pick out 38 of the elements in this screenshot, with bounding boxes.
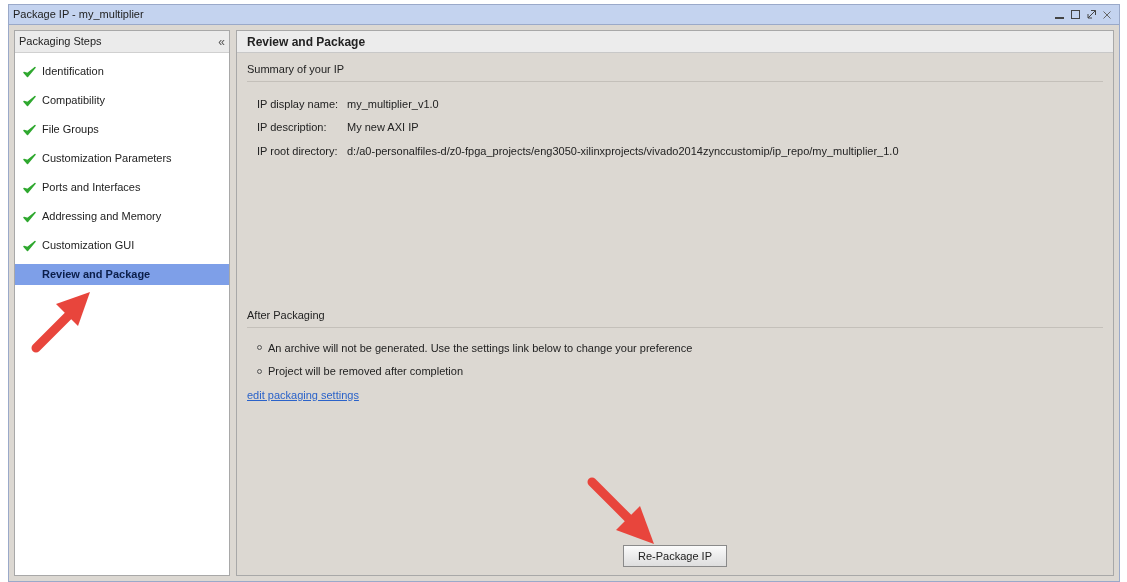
repackage-button[interactable]: Re-Package IP xyxy=(623,545,727,567)
step-item[interactable]: Compatibility xyxy=(15,90,229,111)
restore-icon[interactable] xyxy=(1087,10,1096,19)
step-item[interactable]: Review and Package xyxy=(15,264,229,285)
bullet-text: An archive will not be generated. Use the settings link below to change your preference xyxy=(268,340,693,356)
step-item[interactable]: Customization GUI xyxy=(15,235,229,256)
step-item[interactable]: Customization Parameters xyxy=(15,148,229,169)
bullet-icon xyxy=(257,345,262,351)
step-item[interactable]: File Groups xyxy=(15,119,229,140)
field-label: IP description: xyxy=(257,120,328,135)
field-value: d:/a0-personalfiles-d/z0-fpga_projects/eng3050-xilinxprojects/vivado2014zynccustomip/ip_repo/my_multiplier_1.0 xyxy=(347,143,899,159)
field-value: my_multiplier_v1.0 xyxy=(347,96,439,112)
window-title: Package IP - my_multiplier xyxy=(13,7,144,23)
maximize-icon[interactable] xyxy=(1071,10,1080,19)
panel-title: Packaging Steps xyxy=(19,34,102,50)
step-item[interactable]: Identification xyxy=(15,61,229,82)
collapse-button[interactable]: « xyxy=(218,35,225,48)
checkmark-icon xyxy=(23,94,36,107)
annotation-arrow xyxy=(31,292,90,353)
checkmark-icon xyxy=(23,239,36,252)
annotation-arrow xyxy=(587,477,654,544)
checkmark-icon xyxy=(23,123,36,136)
settings-link[interactable]: edit packaging settings xyxy=(247,388,359,401)
step-item[interactable]: Ports and Interfaces xyxy=(15,177,229,198)
checkmark-icon xyxy=(23,65,36,78)
bullet-icon xyxy=(257,368,262,374)
close-icon[interactable] xyxy=(1103,10,1111,19)
section-heading: Summary of your IP xyxy=(247,63,345,75)
section-heading: After Packaging xyxy=(247,309,325,321)
checkmark-icon xyxy=(23,181,36,194)
checkmark-icon xyxy=(23,152,36,165)
bullet-text: Project will be removed after completion xyxy=(268,364,464,379)
page-title: Review and Package xyxy=(247,33,366,51)
step-item[interactable]: Addressing and Memory xyxy=(15,206,229,227)
field-value: My new AXI IP xyxy=(347,120,419,135)
field-label: IP root directory: xyxy=(257,143,339,159)
checkmark-icon xyxy=(23,210,36,223)
field-label: IP display name: xyxy=(257,96,340,112)
